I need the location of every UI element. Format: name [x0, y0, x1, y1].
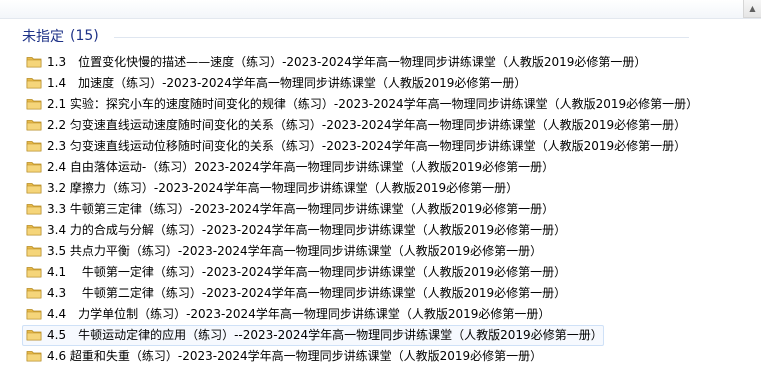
folder-icon [26, 98, 42, 110]
folder-row[interactable]: 1.4 加速度（练习）-2023-2024学年高一物理同步讲练课堂（人教版201… [22, 72, 761, 93]
group-title: 未指定 [22, 29, 64, 45]
top-toolbar-strip [0, 0, 761, 19]
folder-row[interactable]: 4.1 牛顿第一定律（练习）-2023-2024学年高一物理同步讲练课堂（人教版… [22, 261, 761, 282]
folder-name: 2.3 匀变速直线运动位移随时间变化的关系（练习）-2023-2024学年高一物… [47, 139, 687, 153]
scroll-up-button[interactable]: ▲ [743, 0, 761, 18]
folder-icon [26, 224, 42, 236]
folder-name: 2.1 实验：探究小车的速度随时间变化的规律（练习）-2023-2024学年高一… [47, 97, 699, 111]
folder-name: 4.1 牛顿第一定律（练习）-2023-2024学年高一物理同步讲练课堂（人教版… [47, 265, 567, 279]
group-divider [114, 37, 689, 38]
folder-row[interactable]: 3.2 摩擦力（练习）-2023-2024学年高一物理同步讲练课堂（人教版201… [22, 177, 761, 198]
folder-list: 1.3 位置变化快慢的描述——速度（练习）-2023-2024学年高一物理同步讲… [22, 51, 761, 366]
folder-name: 3.4 力的合成与分解（练习）-2023-2024学年高一物理同步讲练课堂（人教… [47, 223, 567, 237]
folder-row[interactable]: 1.3 位置变化快慢的描述——速度（练习）-2023-2024学年高一物理同步讲… [22, 51, 761, 72]
folder-row[interactable]: 2.3 匀变速直线运动位移随时间变化的关系（练习）-2023-2024学年高一物… [22, 135, 761, 156]
folder-icon [26, 119, 42, 131]
folder-name: 3.3 牛顿第三定律（练习）-2023-2024学年高一物理同步讲练课堂（人教版… [47, 202, 555, 216]
folder-row[interactable]: 4.3 牛顿第二定律（练习）-2023-2024学年高一物理同步讲练课堂（人教版… [22, 282, 761, 303]
folder-row[interactable]: 3.5 共点力平衡（练习）-2023-2024学年高一物理同步讲练课堂（人教版2… [22, 240, 761, 261]
folder-name: 4.3 牛顿第二定律（练习）-2023-2024学年高一物理同步讲练课堂（人教版… [47, 286, 567, 300]
folder-row[interactable]: 2.1 实验：探究小车的速度随时间变化的规律（练习）-2023-2024学年高一… [22, 93, 761, 114]
folder-name: 1.4 加速度（练习）-2023-2024学年高一物理同步讲练课堂（人教版201… [47, 76, 527, 90]
folder-icon [26, 77, 42, 89]
folder-name: 4.5 牛顿运动定律的应用（练习）--2023-2024学年高一物理同步讲练课堂… [47, 328, 603, 342]
group-header[interactable]: 未指定 (15) [22, 25, 99, 47]
folder-icon [26, 350, 42, 362]
folder-icon [26, 287, 42, 299]
folder-name: 3.2 摩擦力（练习）-2023-2024学年高一物理同步讲练课堂（人教版201… [47, 181, 519, 195]
folder-icon [26, 266, 42, 278]
folder-icon [26, 161, 42, 173]
folder-name: 2.2 匀变速直线运动速度随时间变化的关系（练习）-2023-2024学年高一物… [47, 118, 687, 132]
folder-icon [26, 329, 42, 341]
folder-icon [26, 56, 42, 68]
folder-row[interactable]: 2.4 自由落体运动-（练习）2023-2024学年高一物理同步讲练课堂（人教版… [22, 156, 761, 177]
folder-row[interactable]: 4.5 牛顿运动定律的应用（练习）--2023-2024学年高一物理同步讲练课堂… [22, 324, 761, 346]
folder-row[interactable]: 2.2 匀变速直线运动速度随时间变化的关系（练习）-2023-2024学年高一物… [22, 114, 761, 135]
folder-name: 4.6 超重和失重（练习）-2023-2024学年高一物理同步讲练课堂（人教版2… [47, 349, 543, 363]
folder-icon [26, 140, 42, 152]
folder-name: 2.4 自由落体运动-（练习）2023-2024学年高一物理同步讲练课堂（人教版… [47, 160, 555, 174]
group-count: (15) [70, 28, 99, 44]
folder-icon [26, 245, 42, 257]
folder-row[interactable]: 4.4 力学单位制（练习）-2023-2024学年高一物理同步讲练课堂（人教版2… [22, 303, 761, 324]
folder-row[interactable]: 3.4 力的合成与分解（练习）-2023-2024学年高一物理同步讲练课堂（人教… [22, 219, 761, 240]
folder-icon [26, 308, 42, 320]
folder-row[interactable]: 4.6 超重和失重（练习）-2023-2024学年高一物理同步讲练课堂（人教版2… [22, 345, 761, 366]
folder-name: 1.3 位置变化快慢的描述——速度（练习）-2023-2024学年高一物理同步讲… [47, 55, 647, 69]
folder-icon [26, 182, 42, 194]
folder-row[interactable]: 3.3 牛顿第三定律（练习）-2023-2024学年高一物理同步讲练课堂（人教版… [22, 198, 761, 219]
folder-icon [26, 203, 42, 215]
folder-name: 3.5 共点力平衡（练习）-2023-2024学年高一物理同步讲练课堂（人教版2… [47, 244, 543, 258]
folder-name: 4.4 力学单位制（练习）-2023-2024学年高一物理同步讲练课堂（人教版2… [47, 307, 551, 321]
